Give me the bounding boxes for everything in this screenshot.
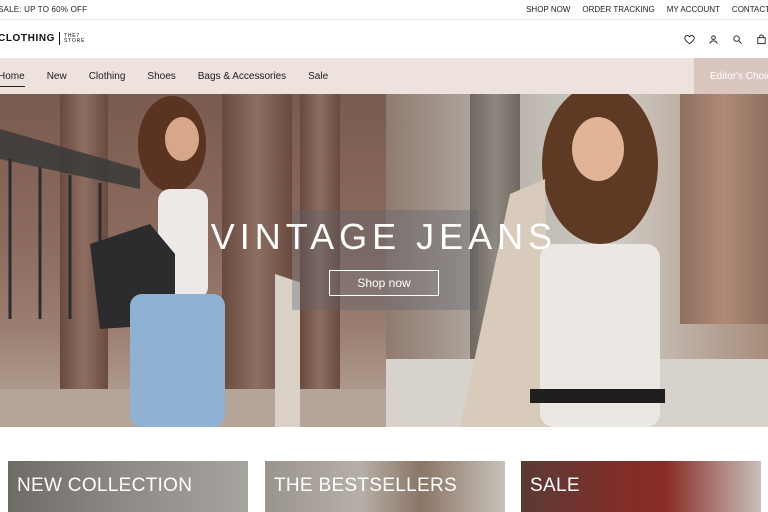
contact-link[interactable]: CONTACT: [732, 5, 768, 14]
nav-item-shoes[interactable]: Shoes: [147, 71, 175, 82]
promo-text: SALE: UP TO 60% OFF: [0, 5, 88, 14]
hero-banner: VINTAGE JEANS Shop now: [0, 94, 768, 427]
top-bar: SALE: UP TO 60% OFF SHOP NOW ORDER TRACK…: [0, 0, 768, 20]
bag-icon[interactable]: [754, 32, 768, 46]
category-tiles: NEW COLLECTION THE BESTSELLERS SALE: [0, 461, 768, 512]
tile-label: SALE: [530, 475, 580, 496]
tile-new-collection[interactable]: NEW COLLECTION: [8, 461, 248, 512]
search-icon[interactable]: [730, 32, 744, 46]
nav-item-clothing[interactable]: Clothing: [89, 71, 126, 82]
nav-item-home[interactable]: Home: [0, 71, 25, 87]
editors-choice-tab[interactable]: Editor's Choice: [694, 58, 768, 94]
site-header: CLOTHING THE7 STORE: [0, 20, 768, 58]
heart-icon[interactable]: [682, 32, 696, 46]
model-left: [90, 96, 300, 427]
main-nav: Home New Clothing Shoes Bags & Accessori…: [0, 58, 768, 94]
top-links: SHOP NOW ORDER TRACKING MY ACCOUNT CONTA…: [526, 5, 768, 14]
shop-now-link[interactable]: SHOP NOW: [526, 5, 570, 14]
hero-title: VINTAGE JEANS: [210, 216, 558, 257]
my-account-link[interactable]: MY ACCOUNT: [667, 5, 720, 14]
nav-item-bags-accessories[interactable]: Bags & Accessories: [198, 71, 286, 82]
logo-subtext: THE7 STORE: [64, 33, 86, 44]
tile-sale[interactable]: SALE: [521, 461, 761, 512]
model-right: [460, 94, 665, 427]
nav-item-sale[interactable]: Sale: [308, 71, 328, 82]
tile-label: THE BESTSELLERS: [274, 475, 457, 496]
tile-label: NEW COLLECTION: [17, 475, 193, 496]
header-icons: [682, 32, 768, 46]
tile-bestsellers[interactable]: THE BESTSELLERS: [265, 461, 505, 512]
logo-text: CLOTHING: [0, 33, 56, 44]
logo[interactable]: CLOTHING THE7 STORE: [0, 32, 85, 45]
logo-sub-line2: STORE: [64, 37, 86, 44]
nav-item-new[interactable]: New: [47, 71, 67, 82]
user-icon[interactable]: [706, 32, 720, 46]
nav-items: Home New Clothing Shoes Bags & Accessori…: [0, 58, 350, 94]
shop-now-button[interactable]: Shop now: [329, 270, 439, 296]
order-tracking-link[interactable]: ORDER TRACKING: [582, 5, 654, 14]
logo-divider: [59, 32, 61, 45]
